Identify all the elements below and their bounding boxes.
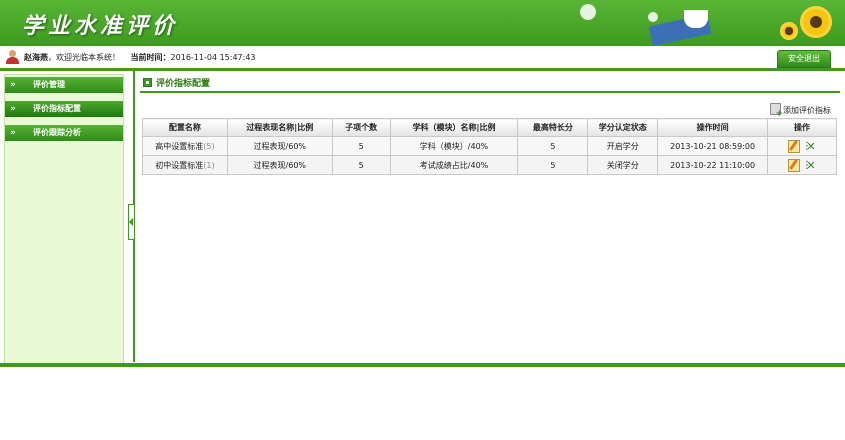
footer-bar: [0, 363, 845, 367]
sidebar-item-indicator-config[interactable]: » 评价指标配置: [5, 101, 123, 117]
user-name: 赵海燕: [24, 53, 48, 62]
section-bullet-icon: [143, 78, 152, 87]
edit-icon[interactable]: [788, 158, 801, 172]
flower-decoration-icon: [648, 12, 658, 22]
add-indicator-label: 添加评价指标: [783, 106, 831, 115]
page-title-bar: 评价指标配置: [140, 74, 840, 93]
sidebar-item-tracking-analysis[interactable]: » 评价跟踪分析: [5, 125, 123, 141]
time-value: 2016-11-04 15:47:43: [170, 53, 256, 62]
column-header: 操作时间: [657, 118, 769, 137]
user-info: 赵海燕，欢迎光临本系统！ 当前时间：2016-11-04 15:47:43: [24, 52, 256, 63]
config-name-cell[interactable]: 初中设置标准(1): [142, 155, 228, 175]
credit-status-cell: 关闭学分: [587, 155, 659, 175]
sidebar-item-label: 评价管理: [33, 80, 65, 89]
edit-icon[interactable]: [788, 139, 801, 153]
add-indicator-button[interactable]: 添加评价指标: [770, 103, 831, 119]
table-header-row: 配置名称 过程表现名称|比例 子项个数 学科（模块）名称|比例 最高特长分 学分…: [142, 118, 837, 137]
table-row: 高中设置标准(5) 过程表现/60% 5 学科（模块）/40% 5 开启学分 2…: [142, 136, 837, 156]
max-score-cell: 5: [517, 155, 589, 175]
actions-cell: ✕: [767, 155, 837, 175]
more-icon[interactable]: [802, 160, 804, 171]
process-ratio-cell: 过程表现/60%: [226, 155, 333, 175]
main-content: 评价指标配置 添加评价指标 配置名称 过程表现名称|比例 子项个数 学科（模块）…: [136, 70, 841, 362]
time-label: 当前时间：: [130, 53, 171, 62]
sidebar: » 评价管理 » 评价指标配置 » 评价跟踪分析: [4, 74, 124, 364]
column-header: 操作: [767, 118, 837, 137]
welcome-text: ，欢迎光临本系统！: [48, 53, 120, 62]
max-score-cell: 5: [517, 136, 589, 156]
page-title: 评价指标配置: [156, 79, 211, 89]
delete-icon[interactable]: ✕: [806, 160, 816, 171]
add-document-icon: [770, 103, 783, 119]
double-chevron-icon: »: [10, 104, 16, 114]
sidebar-item-label: 评价指标配置: [33, 104, 81, 113]
sunflower-decoration-icon: [800, 6, 832, 38]
column-header: 配置名称: [142, 118, 228, 137]
sidebar-item-evaluation-management[interactable]: » 评价管理: [5, 77, 123, 93]
config-name-cell[interactable]: 高中设置标准(5): [142, 136, 228, 156]
cup-decoration-icon: [684, 10, 708, 28]
operation-time-cell: 2013-10-22 11:10:00: [657, 155, 769, 175]
header-banner: 学业水准评价: [0, 0, 845, 46]
column-header: 过程表现名称|比例: [226, 118, 333, 137]
config-name: 初中设置标准: [155, 160, 204, 170]
delete-icon[interactable]: ✕: [806, 141, 816, 152]
actions-cell: ✕: [767, 136, 837, 156]
column-header: 学科（模块）名称|比例: [389, 118, 519, 137]
config-count: (5): [203, 141, 215, 151]
user-icon: [5, 50, 19, 64]
indicator-table: 配置名称 过程表现名称|比例 子项个数 学科（模块）名称|比例 最高特长分 学分…: [142, 118, 837, 175]
sunflower-decoration-icon: [780, 22, 798, 40]
more-icon[interactable]: [802, 141, 804, 152]
sidebar-item-label: 评价跟踪分析: [33, 128, 81, 137]
config-name: 高中设置标准: [155, 141, 204, 151]
subitem-count-cell: 5: [331, 136, 391, 156]
operation-time-cell: 2013-10-21 08:59:00: [657, 136, 769, 156]
column-header: 子项个数: [331, 118, 391, 137]
table-row: 初中设置标准(1) 过程表现/60% 5 考试成绩占比/40% 5 关闭学分 2…: [142, 155, 837, 175]
app-title: 学业水准评价: [22, 13, 179, 39]
logout-button[interactable]: 安全退出: [777, 50, 831, 68]
info-bar: 赵海燕，欢迎光临本系统！ 当前时间：2016-11-04 15:47:43 安全…: [0, 46, 845, 71]
subject-ratio-cell: 考试成绩占比/40%: [389, 155, 519, 175]
config-count: (1): [203, 160, 215, 170]
column-header: 最高特长分: [517, 118, 589, 137]
subitem-count-cell: 5: [331, 155, 391, 175]
flower-decoration-icon: [580, 4, 596, 20]
credit-status-cell: 开启学分: [587, 136, 659, 156]
subject-ratio-cell: 学科（模块）/40%: [389, 136, 519, 156]
double-chevron-icon: »: [10, 128, 16, 138]
process-ratio-cell: 过程表现/60%: [226, 136, 333, 156]
double-chevron-icon: »: [10, 80, 16, 90]
collapse-sidebar-handle[interactable]: [128, 204, 135, 240]
column-header: 学分认定状态: [587, 118, 659, 137]
